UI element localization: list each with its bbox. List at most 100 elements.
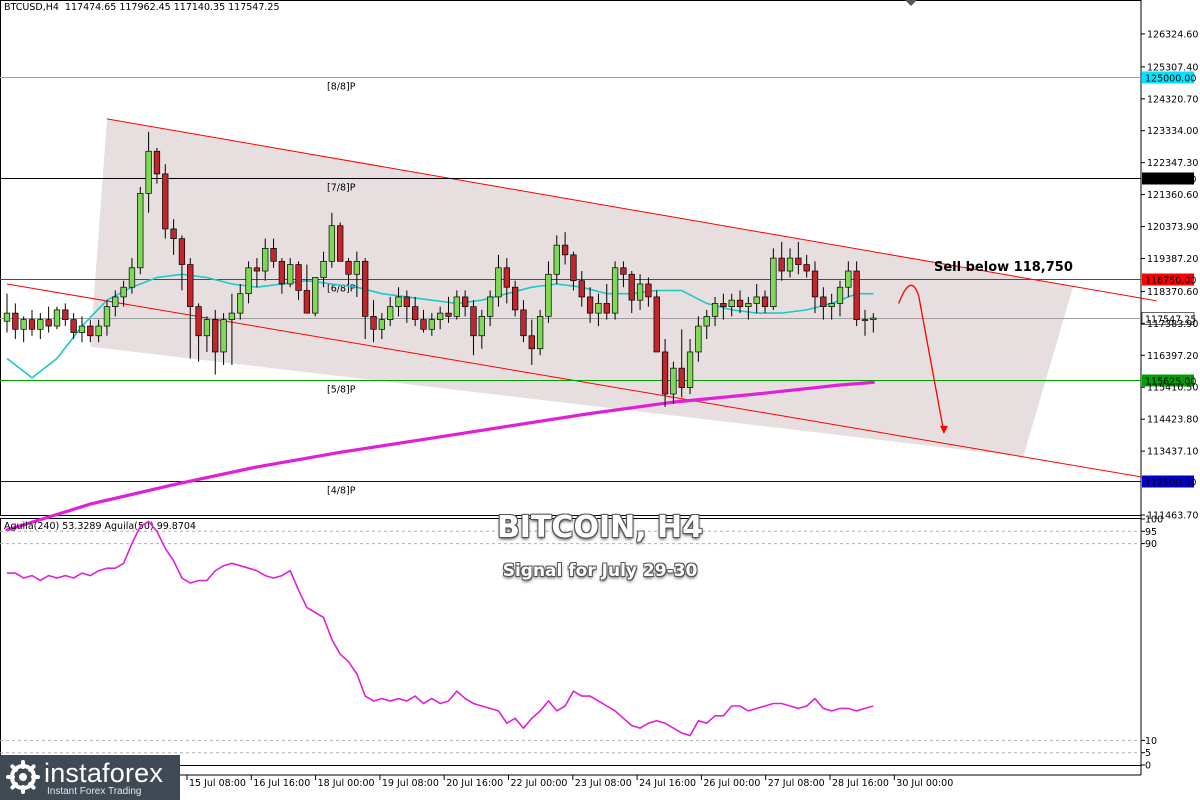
candle-body[interactable] [145, 150, 152, 194]
candle-body[interactable] [861, 319, 869, 321]
candle-body[interactable] [353, 260, 361, 275]
candle-body[interactable] [820, 296, 827, 307]
candle-body[interactable] [870, 317, 877, 320]
candle-body[interactable] [70, 319, 77, 333]
candle-body[interactable] [520, 309, 527, 337]
candle-body[interactable] [270, 248, 277, 262]
candle-body[interactable] [253, 267, 261, 272]
candle-body[interactable] [628, 273, 635, 301]
candle-body[interactable] [62, 309, 69, 320]
candle-body[interactable] [437, 312, 444, 320]
candle-body[interactable] [695, 325, 702, 353]
candle-body[interactable] [237, 293, 244, 314]
candle-body[interactable] [420, 319, 427, 330]
candle-body[interactable] [686, 351, 694, 388]
candle-body[interactable] [753, 296, 760, 304]
candle-body[interactable] [828, 303, 835, 307]
candle-body[interactable] [120, 286, 127, 298]
candle-body[interactable] [445, 312, 452, 317]
candle-body[interactable] [287, 264, 294, 285]
candle-body[interactable] [3, 312, 11, 322]
candle-body[interactable] [478, 316, 485, 337]
candle-body[interactable] [220, 319, 227, 353]
candle-body[interactable] [428, 319, 435, 330]
candle-body[interactable] [28, 319, 36, 330]
candle-body[interactable] [545, 273, 552, 317]
candle-body[interactable] [736, 299, 744, 307]
candle-body[interactable] [795, 257, 802, 265]
candle-body[interactable] [312, 277, 319, 314]
candle-body[interactable] [553, 244, 560, 275]
candle-body[interactable] [53, 309, 61, 327]
candle-body[interactable] [345, 260, 352, 275]
candle-body[interactable] [262, 248, 269, 272]
candle-body[interactable] [845, 270, 852, 288]
candle-body[interactable] [636, 283, 644, 301]
candle-body[interactable] [78, 325, 86, 333]
candle-body[interactable] [786, 257, 794, 272]
candle-body[interactable] [170, 228, 177, 240]
candle-body[interactable] [195, 306, 202, 337]
candle-body[interactable] [770, 257, 777, 307]
candle-body[interactable] [45, 319, 52, 327]
candle-body[interactable] [403, 296, 410, 307]
candle-body[interactable] [703, 316, 710, 327]
candle-body[interactable] [620, 267, 627, 275]
candle-body[interactable] [495, 267, 502, 298]
candle-body[interactable] [486, 296, 494, 317]
candle-body[interactable] [811, 270, 819, 298]
candle-body[interactable] [303, 290, 311, 314]
candle-body[interactable] [653, 296, 660, 353]
candle-body[interactable] [37, 319, 44, 330]
candle-body[interactable] [112, 296, 119, 307]
candle-body[interactable] [320, 260, 327, 278]
candle-body[interactable] [678, 367, 685, 388]
candle-body[interactable] [586, 296, 594, 314]
candle-body[interactable] [162, 173, 169, 230]
candle-body[interactable] [203, 319, 211, 337]
candle-body[interactable] [578, 280, 585, 298]
candle-body[interactable] [395, 296, 402, 307]
candle-body[interactable] [378, 319, 385, 330]
candle-body[interactable] [603, 303, 610, 314]
candle-body[interactable] [178, 238, 186, 265]
candle-body[interactable] [670, 367, 677, 395]
candle-body[interactable] [745, 303, 752, 307]
candle-body[interactable] [412, 306, 419, 320]
candle-body[interactable] [228, 312, 236, 320]
candle-body[interactable] [711, 303, 719, 317]
candle-body[interactable] [462, 296, 469, 307]
candle-body[interactable] [95, 325, 102, 337]
candle-body[interactable] [362, 260, 369, 317]
candle-body[interactable] [661, 351, 669, 395]
candle-body[interactable] [853, 270, 860, 320]
candle-body[interactable] [470, 306, 477, 337]
candle-body[interactable] [137, 192, 144, 269]
candle-body[interactable] [245, 267, 252, 295]
price-chart-canvas[interactable]: [8/8]P[7/8]P[6/8]P[5/8]P[4/8]P Aguila(24… [0, 0, 1200, 800]
candle-body[interactable] [728, 299, 735, 307]
candle-body[interactable] [370, 316, 377, 330]
candle-body[interactable] [153, 150, 161, 175]
candle-body[interactable] [103, 306, 111, 327]
candle-body[interactable] [20, 319, 27, 330]
candle-body[interactable] [278, 260, 286, 285]
candle-body[interactable] [595, 303, 602, 314]
candle-body[interactable] [561, 244, 569, 256]
candle-body[interactable] [187, 264, 194, 307]
candle-body[interactable] [570, 254, 577, 282]
candle-body[interactable] [328, 225, 336, 262]
candle-body[interactable] [12, 312, 19, 330]
candle-body[interactable] [87, 325, 94, 337]
candle-body[interactable] [295, 264, 302, 291]
candle-body[interactable] [536, 316, 544, 350]
candle-body[interactable] [503, 267, 510, 288]
candle-body[interactable] [803, 264, 810, 272]
candle-body[interactable] [836, 286, 844, 304]
candle-body[interactable] [528, 335, 535, 350]
candle-body[interactable] [761, 296, 769, 307]
candle-body[interactable] [212, 319, 219, 353]
candle-body[interactable] [611, 267, 619, 314]
candle-body[interactable] [128, 267, 136, 288]
candle-body[interactable] [645, 283, 652, 298]
